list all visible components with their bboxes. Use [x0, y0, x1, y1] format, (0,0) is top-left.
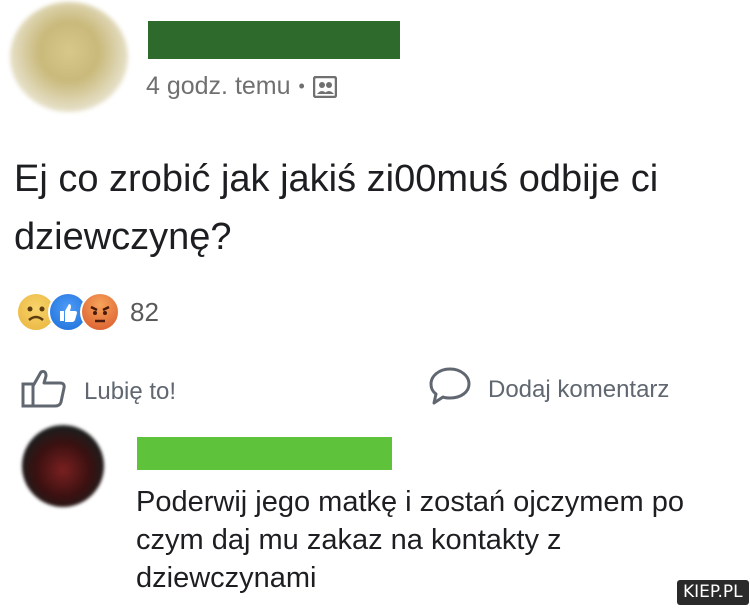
comment-avatar[interactable]	[22, 425, 104, 507]
comment-text: Poderwij jego matkę i zostań ojczymem po…	[136, 486, 685, 594]
post-timestamp[interactable]: 4 godz. temu	[146, 72, 291, 101]
commenter-name-redacted[interactable]	[137, 437, 392, 470]
thumbs-up-icon	[20, 366, 84, 417]
reaction-count: 82	[130, 296, 159, 327]
comment-bubble-icon	[428, 366, 488, 413]
meta-separator: •	[298, 76, 305, 96]
post-avatar[interactable]	[10, 2, 128, 112]
post-meta: 4 godz. temu •	[146, 72, 338, 101]
like-button[interactable]: Lubię to!	[20, 366, 176, 417]
comment-button[interactable]: Dodaj komentarz	[428, 366, 669, 413]
comment-button-label: Dodaj komentarz	[488, 375, 670, 403]
friends-icon	[312, 75, 338, 98]
angry-reaction-icon	[80, 292, 120, 332]
post-text: Ej co zrobić jak jakiś zi00muś odbije ci…	[14, 158, 659, 258]
like-button-label: Lubię to!	[84, 377, 177, 405]
watermark-logo: KIEP.PL	[677, 580, 749, 605]
reactions-summary[interactable]: 82	[16, 292, 159, 332]
post-author-redacted[interactable]	[148, 21, 400, 59]
